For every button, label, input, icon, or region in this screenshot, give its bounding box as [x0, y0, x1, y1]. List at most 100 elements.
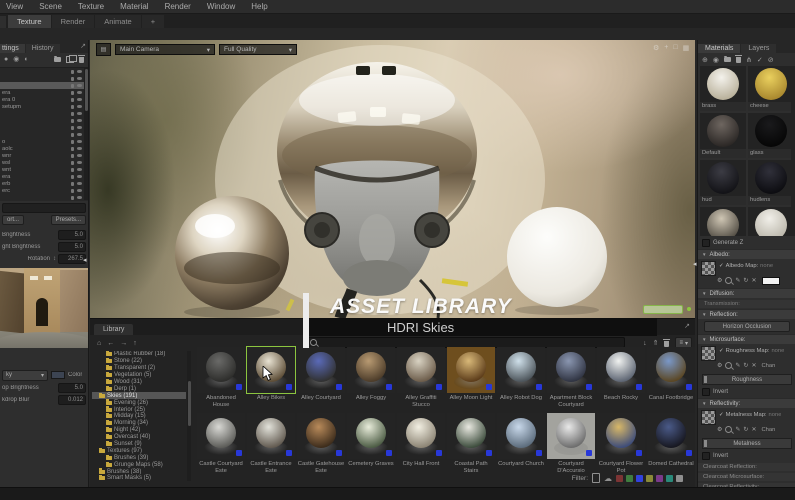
- albedo-map-value[interactable]: none: [760, 263, 773, 269]
- duplicate-icon[interactable]: [66, 56, 74, 63]
- section-reflectivity[interactable]: ▼ Reflectivity:: [698, 398, 795, 408]
- material-tile[interactable]: glass: [748, 113, 794, 158]
- metalness-slider[interactable]: Metalness: [702, 438, 792, 449]
- scene-item[interactable]: o: [0, 138, 88, 145]
- camera-select[interactable]: Main Camera ▾: [115, 44, 215, 55]
- eye-icon[interactable]: [77, 112, 82, 116]
- scene-item[interactable]: [0, 124, 88, 131]
- tree-item[interactable]: Skies (191): [92, 392, 186, 399]
- filter-color-swatch[interactable]: [656, 475, 663, 482]
- brightness-field[interactable]: 5.0: [58, 230, 86, 240]
- texture-ball-icon[interactable]: ◐: [24, 56, 28, 63]
- camera-icon[interactable]: ▤: [96, 43, 111, 56]
- section-albedo[interactable]: ▼ Albedo:: [698, 249, 795, 259]
- material-ball-icon[interactable]: ◉: [13, 56, 19, 63]
- asset-tile[interactable]: Alley Courtyard: [297, 347, 345, 410]
- eye-icon[interactable]: [77, 84, 82, 88]
- invert-checkbox[interactable]: [702, 388, 710, 396]
- tree-item[interactable]: Interior (25): [92, 406, 186, 413]
- backdrop-brightness-field[interactable]: 5.0: [58, 383, 86, 393]
- lock-icon[interactable]: [71, 196, 75, 200]
- scene-item[interactable]: [0, 68, 88, 75]
- asset-tile[interactable]: Courtyard D'Accursio: [547, 413, 595, 476]
- search-icon[interactable]: [725, 362, 732, 369]
- home-icon[interactable]: ⌂: [97, 340, 101, 347]
- doc-tab-render[interactable]: Render: [52, 15, 95, 28]
- lock-icon[interactable]: [71, 84, 75, 88]
- asset-tile[interactable]: Alley Foggy: [347, 347, 395, 410]
- panel-collapse-icon[interactable]: ◂: [83, 256, 87, 264]
- material-tile[interactable]: hudlens: [748, 160, 794, 205]
- section-collapsed[interactable]: Clearcoat Reflection:: [698, 463, 795, 472]
- download-icon[interactable]: ↓: [643, 340, 647, 347]
- lock-icon[interactable]: [71, 182, 75, 186]
- tree-item[interactable]: Transparent (2): [92, 365, 186, 372]
- eye-icon[interactable]: [77, 98, 82, 102]
- eye-icon[interactable]: [77, 105, 82, 109]
- quality-select[interactable]: Full Quality ▾: [219, 44, 297, 55]
- search-icon[interactable]: [725, 426, 732, 433]
- lock-icon[interactable]: [71, 112, 75, 116]
- tree-item[interactable]: Grunge Maps (58): [92, 461, 186, 468]
- tree-item[interactable]: Sunset (9): [92, 441, 186, 448]
- eye-icon[interactable]: [77, 168, 82, 172]
- viewport-3d[interactable]: ▤ Main Camera ▾ Full Quality ▾ ⚙ + □ ▦: [90, 40, 695, 318]
- refresh-icon[interactable]: ↻: [743, 362, 748, 369]
- pencil-icon[interactable]: ✎: [735, 362, 740, 369]
- back-icon[interactable]: ←: [107, 340, 114, 347]
- rotation-stepper-icon[interactable]: ↕: [53, 256, 56, 262]
- roughness-map-slot[interactable]: [701, 346, 716, 361]
- scene-item[interactable]: wsl: [0, 159, 88, 166]
- rotation-field[interactable]: 267.5: [58, 254, 86, 264]
- lock-icon[interactable]: [71, 126, 75, 130]
- backdrop-blur-field[interactable]: 0.012: [58, 395, 86, 405]
- eye-icon[interactable]: [77, 133, 82, 137]
- scene-item[interactable]: era: [0, 173, 88, 180]
- invert-checkbox[interactable]: [702, 452, 710, 460]
- up-icon[interactable]: ↑: [133, 340, 137, 347]
- lock-icon[interactable]: [71, 189, 75, 193]
- refresh-icon[interactable]: ↻: [743, 426, 748, 433]
- asset-tile[interactable]: Cemetery Graves: [347, 413, 395, 476]
- lock-icon[interactable]: [71, 119, 75, 123]
- doc-tab-texture[interactable]: Texture: [8, 15, 51, 28]
- eye-icon[interactable]: [77, 175, 82, 179]
- filter-color-swatch[interactable]: [616, 475, 623, 482]
- menu-help[interactable]: Help: [251, 2, 267, 11]
- tree-item[interactable]: Night (42): [92, 427, 186, 434]
- doc-tab-+[interactable]: +: [142, 15, 164, 28]
- tab-layers[interactable]: Layers: [741, 44, 776, 53]
- eye-icon[interactable]: [77, 182, 82, 186]
- material-tile[interactable]: [748, 207, 794, 236]
- scene-filter-input[interactable]: [2, 203, 86, 213]
- eye-icon[interactable]: [77, 196, 82, 200]
- eye-icon[interactable]: [77, 147, 82, 151]
- horizon-occlusion-button[interactable]: Horizon Occlusion: [704, 321, 790, 332]
- material-tile[interactable]: [700, 207, 746, 236]
- asset-tile[interactable]: Coastal Path Stairs: [447, 413, 495, 476]
- metalness-map-value[interactable]: none: [769, 412, 782, 418]
- lock-icon[interactable]: [71, 140, 75, 144]
- lock-icon[interactable]: [71, 175, 75, 179]
- menu-texture[interactable]: Texture: [78, 2, 104, 11]
- tree-item[interactable]: Wood (31): [92, 379, 186, 386]
- asset-tile[interactable]: Alley Moon Light: [447, 347, 495, 410]
- material-tile[interactable]: brass: [700, 66, 746, 111]
- filter-color-swatch[interactable]: [636, 475, 643, 482]
- close-icon[interactable]: ✕: [751, 362, 756, 369]
- filter-color-swatch[interactable]: [666, 475, 673, 482]
- asset-tile[interactable]: Alley Robot Dog: [497, 347, 545, 410]
- section-microsurface[interactable]: ▼ Microsurface:: [698, 334, 795, 344]
- maximize-icon[interactable]: □: [673, 44, 677, 52]
- add-icon[interactable]: +: [664, 44, 668, 52]
- split-view-icon[interactable]: ▦: [683, 44, 690, 52]
- scene-item[interactable]: setupm: [0, 103, 88, 110]
- folder-icon[interactable]: [724, 57, 731, 62]
- scene-item[interactable]: wnt: [0, 166, 88, 173]
- material-tile[interactable]: cheese: [748, 66, 794, 111]
- asset-tile[interactable]: Castle Courtyard Este: [197, 413, 245, 476]
- scene-item[interactable]: wnr: [0, 152, 88, 159]
- tree-item[interactable]: Brushes (39): [92, 454, 186, 461]
- duplicate-material-icon[interactable]: ◉: [713, 56, 719, 64]
- lock-icon[interactable]: [71, 105, 75, 109]
